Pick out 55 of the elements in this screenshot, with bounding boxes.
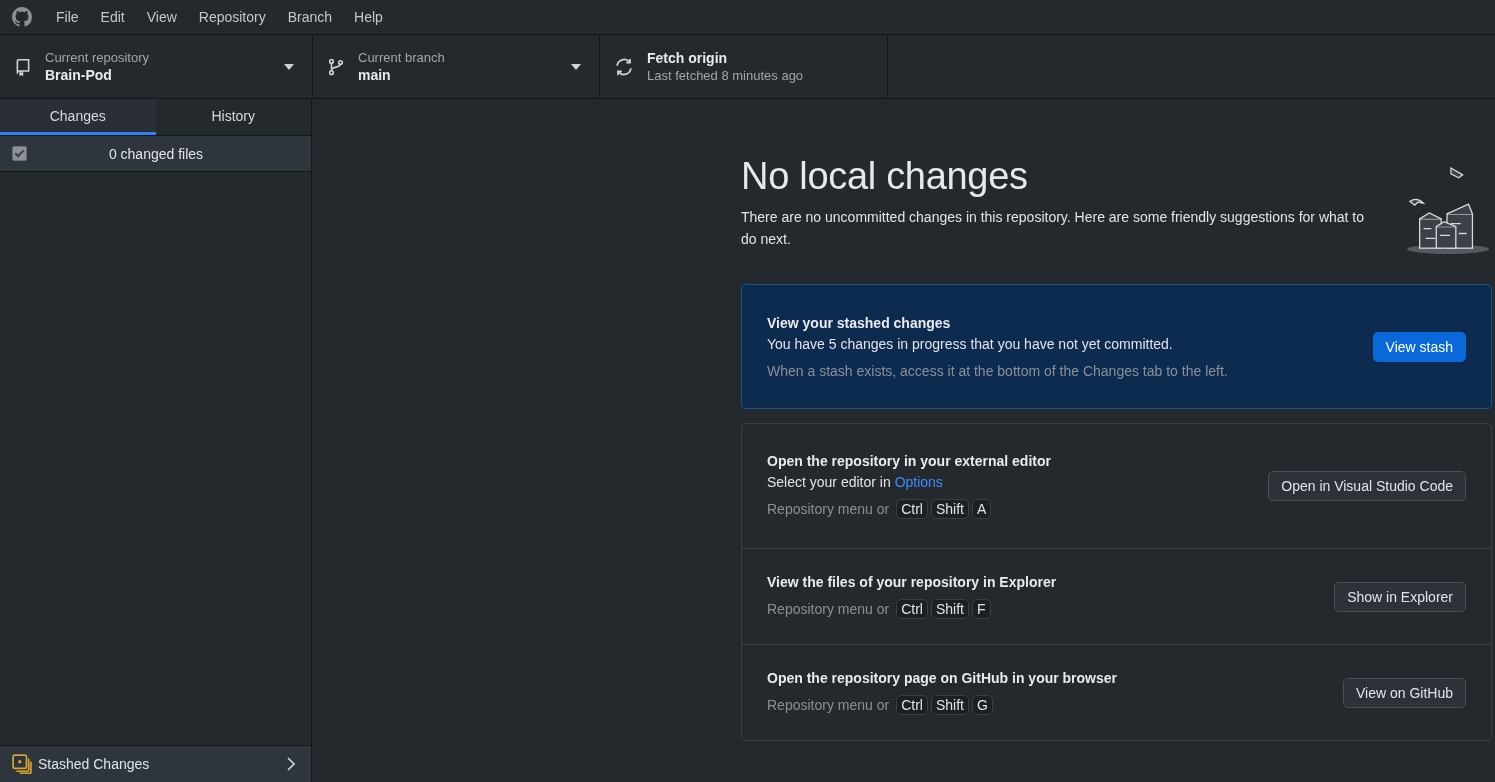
stashed-changes-item[interactable]: Stashed Changes — [0, 745, 311, 782]
card-hint: When a stash exists, access it at the bottom of the Changes tab to the left. — [767, 362, 1229, 379]
description-text: There are no uncommitted changes in this repository. Here are some friendly suggestions for what to do next. — [741, 208, 1366, 249]
cat-logo-icon — [12, 7, 32, 27]
branch-dropdown[interactable]: Current branch main — [313, 35, 600, 98]
branch-icon — [327, 57, 345, 76]
select-all-checkbox[interactable] — [12, 146, 27, 161]
sync-icon — [614, 56, 634, 77]
tab[interactable]: Changes — [0, 99, 156, 135]
action-button[interactable]: View on GitHub — [1343, 677, 1466, 708]
page-heading: No local changes — [741, 155, 1029, 198]
stashed-changes-label: Stashed Changes — [38, 756, 151, 772]
suggestion-title: Open the repository in your external editor — [767, 453, 1052, 469]
suggestion-title: View the files of your repository in Explorer — [767, 574, 1058, 590]
key-cap: Shift — [930, 499, 969, 519]
caret-icon — [571, 63, 581, 70]
action-button[interactable]: Open in Visual Studio Code — [1268, 471, 1466, 501]
branch-label: Current branch — [358, 50, 446, 65]
menu-item[interactable]: Help — [343, 9, 394, 25]
repository-name: Brain-Pod — [45, 67, 113, 83]
key-cap: A — [971, 499, 992, 519]
repository-dropdown[interactable]: Current repository Brain-Pod — [0, 35, 313, 98]
fetch-title: Fetch origin — [647, 50, 729, 66]
suggestion-title: Open the repository page on GitHub in your browser — [767, 670, 1119, 686]
key-cap: F — [971, 599, 991, 619]
shortcut-hint: Repository menu or — [767, 697, 890, 713]
fetch-status: Last fetched 8 minutes ago — [647, 68, 805, 83]
menu-item[interactable]: Branch — [276, 9, 344, 25]
key-cap: Ctrl — [896, 499, 928, 519]
caret-icon — [284, 63, 294, 70]
key-cap: G — [971, 695, 993, 715]
branch-name: main — [358, 67, 392, 83]
fetch-button[interactable]: Fetch origin Last fetched 8 minutes ago — [600, 35, 888, 98]
view-stash-button[interactable]: View stash — [1372, 331, 1466, 362]
key-cap: Ctrl — [896, 695, 928, 715]
menu-item[interactable]: Repository — [187, 9, 277, 25]
shortcut-hint: Repository menu or — [767, 601, 890, 617]
suggestion-text: Select your editor in Options — [767, 474, 944, 490]
action-button[interactable]: Show in Explorer — [1334, 581, 1466, 612]
key-cap: Ctrl — [896, 599, 928, 619]
stash-icon — [12, 754, 32, 774]
repository-label: Current repository — [45, 50, 151, 65]
menu-item[interactable]: View — [135, 9, 188, 25]
key-cap: Shift — [930, 695, 969, 715]
options-link[interactable]: Options — [894, 474, 943, 490]
changed-files-count: 0 changed files — [107, 145, 205, 162]
shortcut-hint: Repository menu or — [767, 501, 890, 517]
card-text: You have 5 changes in progress that you have not yet committed. — [767, 335, 1174, 352]
chevron-right-icon — [287, 757, 295, 771]
repository-icon — [14, 57, 32, 76]
menu-item[interactable]: Edit — [89, 9, 136, 25]
card-title: View your stashed changes — [767, 314, 952, 331]
menu-item[interactable]: File — [45, 9, 90, 25]
key-cap: Shift — [930, 599, 969, 619]
tab[interactable]: History — [155, 99, 311, 135]
